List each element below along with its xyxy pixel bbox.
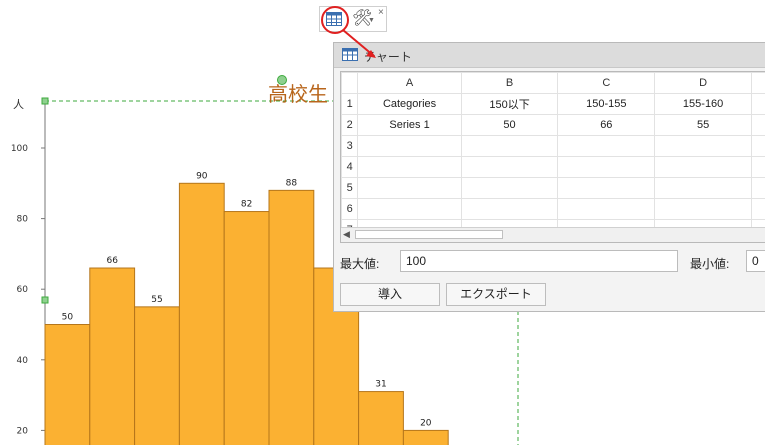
grid-cell[interactable] bbox=[557, 177, 656, 199]
grid-cell[interactable] bbox=[557, 156, 656, 178]
chart-data-dialog: チャート A B C D 1 Categories 150以下 150-155 … bbox=[333, 42, 765, 312]
bar bbox=[178, 182, 225, 445]
row-header[interactable]: 3 bbox=[341, 135, 359, 157]
y-axis-unit-label: 人 bbox=[13, 99, 24, 111]
bar bbox=[134, 306, 180, 445]
y-tick-label: 100 bbox=[11, 144, 28, 154]
grid-cell[interactable] bbox=[460, 156, 559, 178]
import-button[interactable]: 導入 bbox=[340, 283, 440, 306]
bar bbox=[402, 429, 449, 445]
grid-cell[interactable]: 55 bbox=[654, 114, 753, 136]
bar-value-label: 90 bbox=[196, 171, 208, 181]
grid-cell[interactable]: 155-160 bbox=[654, 93, 753, 115]
grid-cell[interactable]: 50 bbox=[460, 114, 559, 136]
y-tick-label: 20 bbox=[17, 426, 29, 436]
bar bbox=[268, 189, 315, 445]
chevron-down-icon[interactable]: ▼ bbox=[368, 17, 375, 24]
grid-corner[interactable] bbox=[341, 72, 359, 94]
bar bbox=[89, 267, 136, 445]
resize-handle bbox=[41, 97, 49, 105]
row-header[interactable]: 6 bbox=[341, 198, 359, 220]
grid-cell[interactable] bbox=[654, 177, 753, 199]
column-header-b[interactable]: B bbox=[460, 72, 559, 94]
scroll-left-icon[interactable]: ◀ bbox=[343, 229, 350, 240]
horizontal-scrollbar[interactable]: ◀ bbox=[341, 227, 765, 242]
bar-value-label: 82 bbox=[241, 200, 252, 210]
export-button[interactable]: エクスポート bbox=[446, 283, 546, 306]
chart-mini-toolbar: 🛠 ▼ × bbox=[319, 6, 387, 34]
grid-cell[interactable] bbox=[751, 156, 765, 178]
grid-cell[interactable] bbox=[654, 198, 753, 220]
grid-cell[interactable] bbox=[654, 156, 753, 178]
data-grid[interactable]: A B C D 1 Categories 150以下 150-155 155-1… bbox=[341, 72, 765, 241]
bar-value-label: 50 bbox=[62, 313, 74, 323]
grid-cell[interactable] bbox=[751, 72, 765, 94]
row-header[interactable]: 5 bbox=[341, 177, 359, 199]
bar-value-label: 55 bbox=[151, 295, 162, 305]
resize-handle bbox=[41, 296, 49, 304]
grid-cell[interactable] bbox=[751, 93, 765, 115]
bar-value-label: 66 bbox=[106, 256, 118, 266]
grid-cell[interactable] bbox=[357, 156, 462, 178]
grid-cell[interactable] bbox=[751, 114, 765, 136]
grid-cell[interactable] bbox=[751, 135, 765, 157]
row-header[interactable]: 1 bbox=[341, 93, 359, 115]
bar-value-label: 20 bbox=[420, 418, 432, 428]
grid-cell[interactable]: Categories bbox=[357, 93, 462, 115]
dialog-titlebar[interactable]: チャート bbox=[334, 43, 765, 68]
highlight-circle bbox=[321, 6, 349, 34]
min-value-input[interactable]: 0 bbox=[746, 250, 765, 272]
dialog-title: チャート bbox=[364, 50, 412, 64]
grid-cell[interactable]: 66 bbox=[557, 114, 656, 136]
data-table-icon bbox=[342, 48, 358, 61]
bar bbox=[358, 391, 404, 445]
data-sheet[interactable]: A B C D 1 Categories 150以下 150-155 155-1… bbox=[340, 71, 765, 243]
grid-cell[interactable] bbox=[357, 135, 462, 157]
grid-cell[interactable] bbox=[460, 198, 559, 220]
row-header[interactable]: 2 bbox=[341, 114, 359, 136]
grid-cell[interactable] bbox=[751, 198, 765, 220]
y-tick-label: 60 bbox=[17, 285, 29, 295]
close-icon[interactable]: × bbox=[378, 7, 384, 18]
grid-cell[interactable] bbox=[460, 135, 559, 157]
scrollbar-thumb[interactable] bbox=[355, 230, 503, 239]
grid-cell[interactable] bbox=[751, 177, 765, 199]
grid-cell[interactable] bbox=[557, 135, 656, 157]
bar bbox=[223, 211, 270, 445]
y-tick-label: 80 bbox=[17, 215, 29, 225]
grid-cell[interactable]: Series 1 bbox=[357, 114, 462, 136]
grid-cell[interactable] bbox=[460, 177, 559, 199]
grid-cell[interactable] bbox=[357, 177, 462, 199]
row-header[interactable]: 4 bbox=[341, 156, 359, 178]
grid-cell[interactable] bbox=[654, 135, 753, 157]
y-tick-label: 40 bbox=[17, 356, 29, 366]
bar-value-label: 88 bbox=[286, 178, 298, 188]
grid-cell[interactable] bbox=[357, 198, 462, 220]
bar bbox=[44, 324, 91, 445]
bar-value-label: 31 bbox=[375, 380, 386, 390]
max-value-label: 最大値: bbox=[340, 257, 380, 271]
min-value-label: 最小値: bbox=[690, 257, 730, 271]
column-header-d[interactable]: D bbox=[654, 72, 753, 94]
chart-title[interactable]: 高校生 bbox=[268, 78, 328, 107]
column-header-a[interactable]: A bbox=[357, 72, 462, 94]
grid-cell[interactable]: 150以下 bbox=[460, 93, 559, 115]
column-header-c[interactable]: C bbox=[557, 72, 656, 94]
grid-cell[interactable] bbox=[557, 198, 656, 220]
max-value-input[interactable]: 100 bbox=[400, 250, 678, 272]
grid-cell[interactable]: 150-155 bbox=[557, 93, 656, 115]
